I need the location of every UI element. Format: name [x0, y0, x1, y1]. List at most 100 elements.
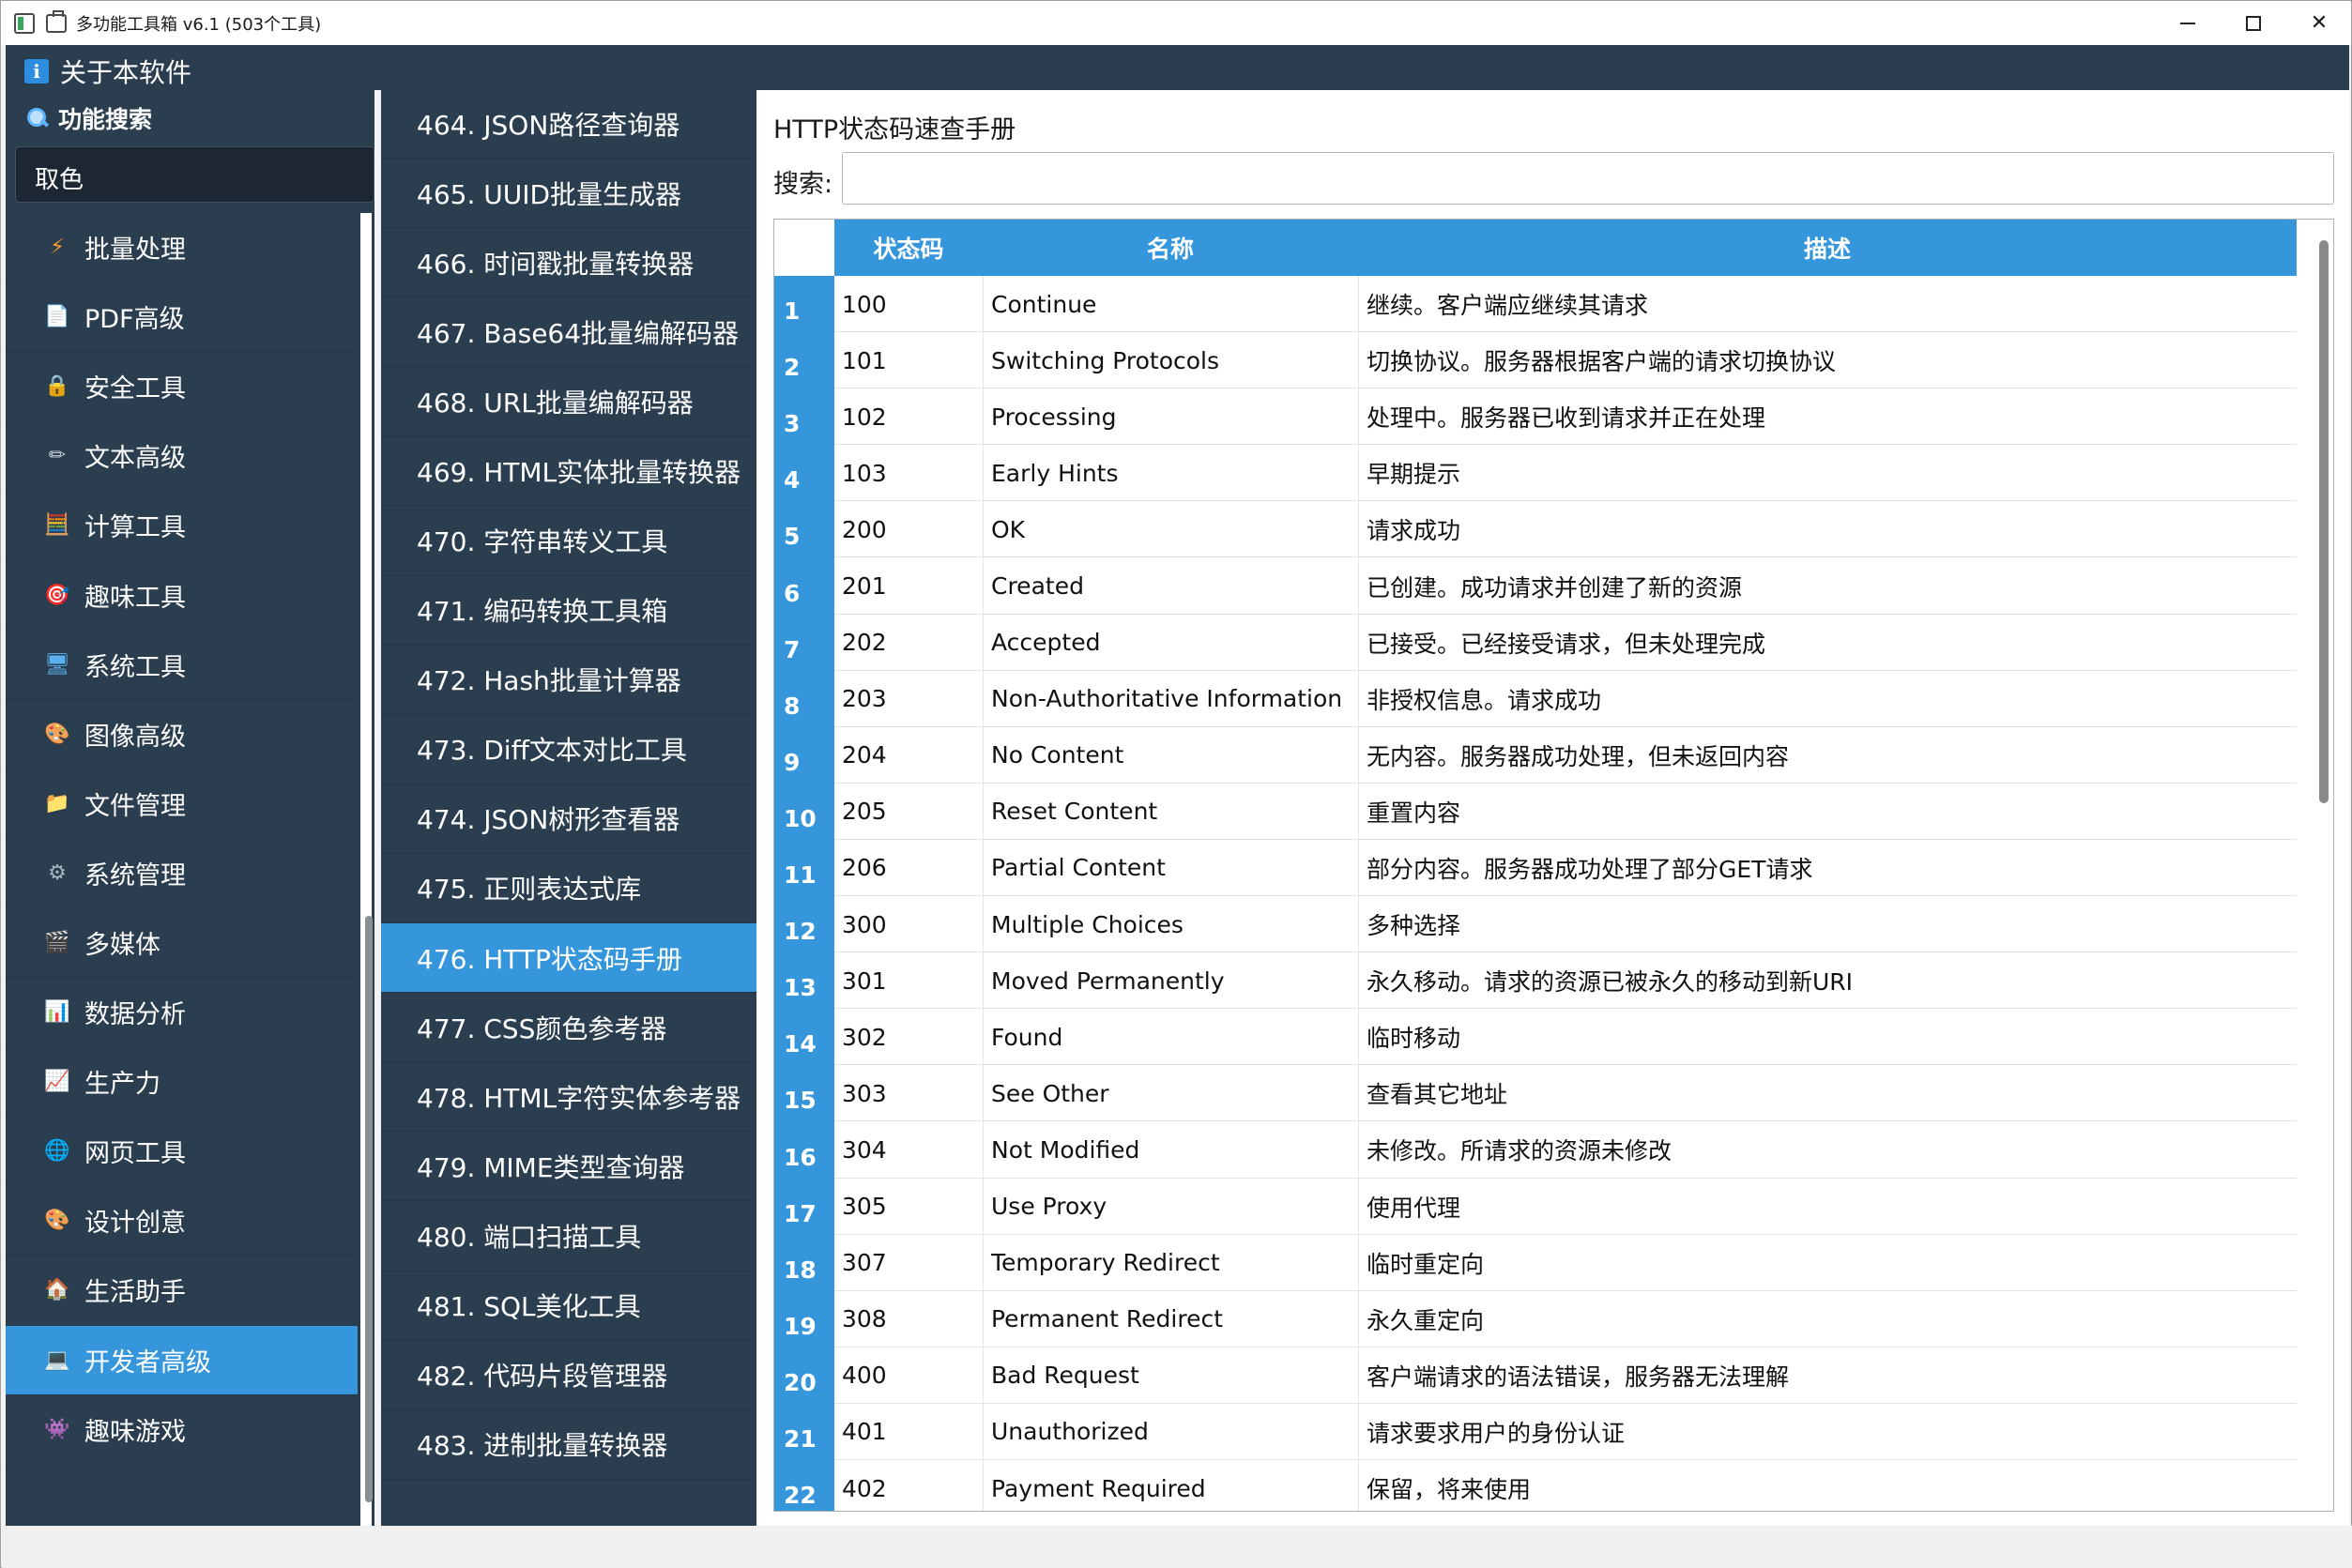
tool-list-item[interactable]: 477. CSS颜色参考器	[381, 993, 756, 1063]
sidebar-item-17[interactable]: 👾 趣味游戏	[6, 1395, 358, 1465]
table-row[interactable]: 19 308 Permanent Redirect 永久重定向	[774, 1290, 2297, 1347]
cell-desc: 查看其它地址	[1358, 1065, 2297, 1122]
gear-icon: ⚙	[48, 860, 67, 885]
tool-list-item[interactable]: 472. Hash批量计算器	[381, 646, 756, 715]
sidebar-item-7[interactable]: 🎨 图像高级	[6, 700, 358, 769]
tool-list-item[interactable]: 467. Base64批量编解码器	[381, 297, 756, 368]
table-row[interactable]: 22 402 Payment Required 保留，将来使用	[774, 1459, 2297, 1511]
cell-name: Switching Protocols	[983, 332, 1358, 389]
table-row[interactable]: 4 103 Early Hints 早期提示	[774, 445, 2297, 502]
tool-list-item[interactable]: 481. SQL美化工具	[381, 1271, 756, 1341]
function-search-input[interactable]: 取色	[15, 146, 374, 203]
table-row[interactable]: 1 100 Continue 继续。客户端应继续其请求	[774, 276, 2297, 333]
sidebar-scrollbar-thumb[interactable]	[365, 916, 373, 1502]
cell-desc: 永久重定向	[1358, 1290, 2297, 1347]
row-number: 3	[774, 388, 834, 446]
table-row[interactable]: 12 300 Multiple Choices 多种选择	[774, 896, 2297, 953]
tool-list-item[interactable]: 471. 编码转换工具箱	[381, 576, 756, 646]
folder-icon: 📁	[44, 791, 70, 815]
sidebar-item-9[interactable]: ⚙ 系统管理	[6, 839, 358, 908]
tool-list-item[interactable]: 482. 代码片段管理器	[381, 1341, 756, 1410]
table-scrollbar-thumb[interactable]	[2319, 240, 2329, 803]
tool-list-item[interactable]: 465. UUID批量生成器	[381, 159, 756, 229]
cell-code: 103	[842, 459, 887, 487]
maximize-button[interactable]	[2221, 1, 2286, 45]
tool-list-item[interactable]: 474. JSON树形查看器	[381, 784, 756, 854]
sidebar-item-10[interactable]: 🎬 多媒体	[6, 908, 358, 979]
column-header-name[interactable]: 名称	[983, 220, 1358, 276]
table-header: 状态码 名称 描述	[774, 220, 2297, 276]
sidebar-item-12[interactable]: 📈 生产力	[6, 1047, 358, 1118]
cell-desc: 请求成功	[1358, 501, 2297, 558]
table-row[interactable]: 10 205 Reset Content 重置内容	[774, 783, 2297, 840]
table-row[interactable]: 17 305 Use Proxy 使用代理	[774, 1178, 2297, 1235]
tool-list-item[interactable]: 478. HTML字符实体参考器	[381, 1062, 756, 1133]
table-row[interactable]: 2 101 Switching Protocols 切换协议。服务器根据客户端的请求切…	[774, 332, 2297, 389]
sidebar-item-15[interactable]: 🏠 生活助手	[6, 1256, 358, 1326]
sidebar-item-13[interactable]: 🌐 网页工具	[6, 1117, 358, 1187]
search-heading: 功能搜索	[26, 101, 152, 135]
cell-desc: 客户端请求的语法错误，服务器无法理解	[1358, 1347, 2297, 1404]
tool-list-item[interactable]: 464. JSON路径查询器	[381, 90, 756, 159]
sidebar-item-6[interactable]: 🖥 系统工具	[6, 631, 358, 700]
table-row[interactable]: 3 102 Processing 处理中。服务器已收到请求并正在处理	[774, 388, 2297, 446]
info-icon: i	[24, 59, 49, 84]
tool-list-item[interactable]: 470. 字符串转义工具	[381, 506, 756, 576]
sidebar-item-14[interactable]: 🎨 设计创意	[6, 1186, 358, 1256]
table-row[interactable]: 18 307 Temporary Redirect 临时重定向	[774, 1234, 2297, 1291]
table-row[interactable]: 7 202 Accepted 已接受。已经接受请求，但未处理完成	[774, 614, 2297, 671]
sidebar-item-label: 批量处理	[84, 236, 186, 266]
sidebar-item-8[interactable]: 📁 文件管理	[6, 769, 358, 839]
sidebar-item-label: 安全工具	[84, 374, 186, 404]
column-header-desc[interactable]: 描述	[1358, 220, 2297, 276]
column-header-code[interactable]: 状态码	[834, 220, 983, 276]
table-row[interactable]: 14 302 Found 临时移动	[774, 1009, 2297, 1066]
cell-desc: 多种选择	[1358, 896, 2297, 953]
sidebar-item-0[interactable]: ⚡ 批量处理	[6, 213, 358, 283]
table-row[interactable]: 5 200 OK 请求成功	[774, 501, 2297, 558]
table-row[interactable]: 8 203 Non-Authoritative Information 非授权信息。请…	[774, 670, 2297, 727]
tool-list-item[interactable]: 466. 时间戳批量转换器	[381, 228, 756, 298]
tool-list-item[interactable]: 469. HTML实体批量转换器	[381, 436, 756, 507]
sidebar-item-11[interactable]: 📊 数据分析	[6, 978, 358, 1048]
about-menu-item[interactable]: i 关于本软件	[24, 53, 191, 90]
row-number: 16	[774, 1121, 834, 1179]
tool-list-item[interactable]: 468. URL批量编解码器	[381, 367, 756, 437]
row-number: 18	[774, 1234, 834, 1291]
tool-list-item[interactable]: 475. 正则表达式库	[381, 854, 756, 924]
tool-list-item[interactable]: 476. HTTP状态码手册	[381, 923, 756, 994]
tool-list-item[interactable]: 479. MIME类型查询器	[381, 1132, 756, 1202]
table-row[interactable]: 11 206 Partial Content 部分内容。服务器成功处理了部分GET请求	[774, 839, 2297, 897]
row-number: 5	[774, 501, 834, 558]
cell-desc: 已创建。成功请求并创建了新的资源	[1358, 557, 2297, 615]
sidebar-item-label: 文件管理	[84, 791, 186, 821]
sidebar-item-1[interactable]: 📄 PDF高级	[6, 282, 358, 353]
lightning-icon: ⚡	[50, 236, 65, 260]
minimize-button[interactable]	[2155, 1, 2221, 45]
cell-name: Found	[983, 1009, 1358, 1066]
sidebar-item-label: 趣味工具	[84, 583, 186, 613]
sidebar-item-4[interactable]: 🧮 计算工具	[6, 491, 358, 561]
tool-list-item[interactable]: 483. 进制批量转换器	[381, 1410, 756, 1480]
category-list: ⚡ 批量处理 📄 PDF高级 🔒 安全工具 ✏ 文本高级 🧮 计算工具 🎯 趣味工具 🖥 系统工具 🎨 图像高…	[6, 213, 358, 1465]
table-row[interactable]: 20 400 Bad Request 客户端请求的语法错误，服务器无法理解	[774, 1347, 2297, 1404]
status-code-search-input[interactable]	[842, 152, 2334, 205]
sidebar-item-label: 多媒体	[84, 930, 160, 960]
sidebar-item-16[interactable]: 💻 开发者高级	[6, 1325, 358, 1395]
table-row[interactable]: 21 401 Unauthorized 请求要求用户的身份认证	[774, 1403, 2297, 1460]
cell-code: 203	[842, 685, 887, 713]
sidebar-item-5[interactable]: 🎯 趣味工具	[6, 560, 358, 631]
close-button[interactable]: ✕	[2286, 1, 2352, 45]
table-row[interactable]: 13 301 Moved Permanently 永久移动。请求的资源已被永久的移动到…	[774, 952, 2297, 1010]
table-row[interactable]: 16 304 Not Modified 未修改。所请求的资源未修改	[774, 1121, 2297, 1179]
abacus-icon: 🧮	[44, 513, 70, 538]
table-row[interactable]: 15 303 See Other 查看其它地址	[774, 1065, 2297, 1122]
tool-list-item[interactable]: 473. Diff文本对比工具	[381, 715, 756, 784]
sidebar-item-2[interactable]: 🔒 安全工具	[6, 352, 358, 422]
table-row[interactable]: 6 201 Created 已创建。成功请求并创建了新的资源	[774, 557, 2297, 615]
table-row[interactable]: 9 204 No Content 无内容。服务器成功处理，但未返回内容	[774, 726, 2297, 784]
sidebar-item-3[interactable]: ✏ 文本高级	[6, 421, 358, 492]
main-content: HTTP状态码速查手册 搜索: 状态码 名称 描述 1 100 Continue 继续…	[756, 90, 2349, 1526]
tool-list-item[interactable]: 480. 端口扫描工具	[381, 1201, 756, 1271]
cell-desc: 部分内容。服务器成功处理了部分GET请求	[1358, 839, 2297, 897]
